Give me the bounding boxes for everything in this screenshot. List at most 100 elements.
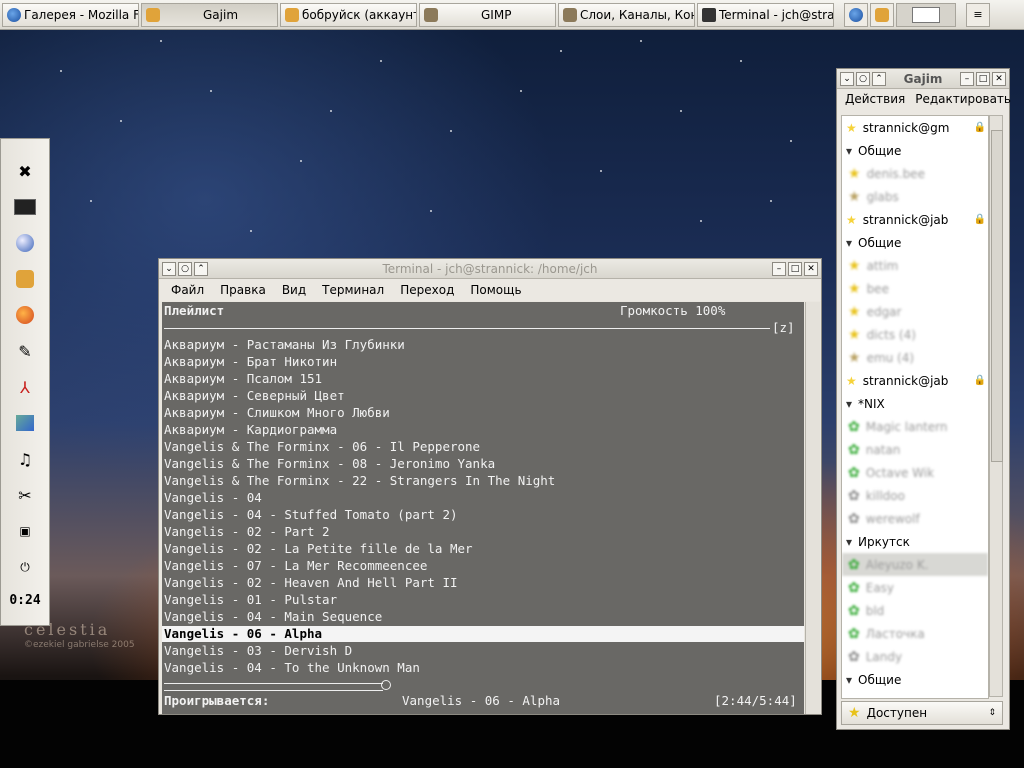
sticky-button[interactable]: ○ [856, 71, 870, 86]
task-gimp-layers[interactable]: Слои, Каналы, Конт [558, 2, 695, 27]
roster-contact[interactable]: ★ edgar [842, 300, 988, 323]
roster-group[interactable]: ▾ *NIX [842, 392, 988, 415]
task-terminal[interactable]: Terminal - jch@stran [697, 2, 834, 27]
roster-label: dicts (4) [866, 327, 916, 342]
close-button[interactable]: ✕ [992, 71, 1006, 86]
playlist-item[interactable]: Vangelis - 07 - La Mer Recommeencee [164, 558, 427, 574]
network-icon[interactable] [13, 231, 37, 255]
window-menu-button[interactable]: ⌄ [840, 71, 854, 86]
terminal-scrollbar[interactable] [805, 302, 820, 714]
roster-contact[interactable]: ✿ Aleyuzo K. [842, 553, 988, 576]
close-button[interactable]: ✕ [803, 261, 818, 276]
task-firefox[interactable]: Галерея - Mozilla Fire [2, 2, 139, 27]
menu-edit[interactable]: Редактировать [915, 92, 1011, 106]
roster-group[interactable]: ▾ Общие [842, 668, 988, 691]
firefox-icon[interactable] [13, 303, 37, 327]
playlist-item[interactable]: Аквариум - Псалом 151 [164, 371, 322, 387]
task-gimp[interactable]: GIMP [419, 2, 556, 27]
roster-contact[interactable]: ✿ Ласточка [842, 622, 988, 645]
roster-account[interactable]: ★ strannick@gm 🔒 [842, 116, 988, 139]
roster-account[interactable]: ★ strannick@jab 🔒 [842, 208, 988, 231]
playlist-item[interactable]: Vangelis - 04 - To the Unknown Man [164, 660, 420, 676]
playlist-item[interactable]: Аквариум - Брат Никотин [164, 354, 337, 370]
roster-contact[interactable]: ✿ Octave Wik [842, 461, 988, 484]
roster-contact[interactable]: ✿ werewolf [842, 507, 988, 530]
gajim-titlebar[interactable]: ⌄ ○ ⌃ Gajim – □ ✕ [837, 69, 1009, 89]
playlist-item[interactable]: Vangelis - 02 - Heaven And Hell Part II [164, 575, 458, 591]
roster-contact[interactable]: ★ bee [842, 277, 988, 300]
status-selector[interactable]: ★ Доступен ⇕ [841, 701, 1003, 725]
playlist-item[interactable]: Vangelis - 03 - Dervish D [164, 643, 352, 659]
maximize-button[interactable]: □ [787, 261, 802, 276]
menu-actions[interactable]: Действия [845, 92, 905, 106]
terminal-screen[interactable]: Плейлист Громкость 100% [z] Аквариум - Р… [162, 302, 804, 714]
notes-icon[interactable]: ≡ [966, 2, 990, 27]
screenshot-icon[interactable] [13, 411, 37, 435]
playlist-item[interactable]: Vangelis - 01 - Pulstar [164, 592, 337, 608]
roster-contact[interactable]: ★ dicts (4) [842, 323, 988, 346]
roster-contact[interactable]: ★ emu (4) [842, 346, 988, 369]
playlist-item[interactable]: Vangelis & The Forminx - 22 - Strangers … [164, 473, 555, 489]
roster-group[interactable]: ▾ Общие [842, 139, 988, 162]
playlist-item[interactable]: Vangelis - 02 - Part 2 [164, 524, 330, 540]
playlist-item[interactable]: Vangelis & The Forminx - 08 - Jeronimo Y… [164, 456, 495, 472]
shade-button[interactable]: ⌃ [872, 71, 886, 86]
minimize-button[interactable]: – [771, 261, 786, 276]
roster-contact[interactable]: ★ denis.bee [842, 162, 988, 185]
playlist-item[interactable]: Аквариум - Кардиограмма [164, 422, 337, 438]
power-icon[interactable]: ⏻ [13, 555, 37, 579]
roster-scrollbar[interactable] [989, 115, 1003, 697]
roster-account[interactable]: ★ strannick@jab 🔒 [842, 369, 988, 392]
gajim-icon[interactable] [13, 267, 37, 291]
editor-icon[interactable]: ✎ [13, 339, 37, 363]
playlist-item[interactable]: Vangelis & The Forminx - 06 - Il Peppero… [164, 439, 480, 455]
terminal-titlebar[interactable]: ⌄ ○ ⌃ Terminal - jch@strannick: /home/jc… [159, 259, 821, 279]
playlist-item[interactable]: Аквариум - Слишком Много Любви [164, 405, 390, 421]
menu-view[interactable]: Вид [282, 283, 306, 297]
roster-group[interactable]: ▾ Иркутск [842, 530, 988, 553]
tools-icon[interactable]: ✂ [13, 483, 37, 507]
desktop-switcher-icon[interactable] [896, 2, 956, 27]
playlist-item[interactable]: Vangelis - 04 [164, 490, 262, 506]
playlist-item[interactable]: Аквариум - Северный Цвет [164, 388, 345, 404]
roster-contact[interactable]: ✿ Magic lantern [842, 415, 988, 438]
menu-file[interactable]: Файл [171, 283, 204, 297]
pdf-icon[interactable]: ⅄ [13, 375, 37, 399]
task-gajim-chat[interactable]: бобруйск (аккаунт: [280, 2, 417, 27]
system-icon[interactable]: ✖ [13, 159, 37, 183]
lock-icon[interactable]: ▣ [13, 519, 37, 543]
roster-contact[interactable]: ✿ natan [842, 438, 988, 461]
window-menu-button[interactable]: ⌄ [162, 261, 176, 276]
maximize-button[interactable]: □ [976, 71, 990, 86]
scroll-thumb[interactable] [991, 130, 1003, 462]
playlist-item[interactable]: Аквариум - Растаманы Из Глубинки [164, 337, 405, 353]
star-dot [60, 70, 62, 72]
roster-contact[interactable]: ✿ Easy [842, 576, 988, 599]
menu-edit[interactable]: Правка [220, 283, 266, 297]
system-tray: ≡ [844, 2, 990, 27]
roster-contact[interactable]: ✿ killdoo [842, 484, 988, 507]
menu-help[interactable]: Помощь [470, 283, 521, 297]
task-gajim[interactable]: Gajim [141, 2, 278, 27]
playlist-item[interactable]: Vangelis - 04 - Main Sequence [164, 609, 382, 625]
globe-icon[interactable] [844, 2, 868, 27]
panel-clock: 0:24 [9, 593, 41, 608]
playlist-item-current[interactable]: Vangelis - 06 - Alpha [162, 626, 804, 642]
roster-contact[interactable]: ★ glabs [842, 185, 988, 208]
roster-contact[interactable]: ✿ bld [842, 599, 988, 622]
roster-contact[interactable]: ✿ Landy [842, 645, 988, 668]
progress-knob[interactable] [381, 680, 392, 690]
playlist-item[interactable]: Vangelis - 04 - Stuffed Tomato (part 2) [164, 507, 458, 523]
minimize-button[interactable]: – [960, 71, 974, 86]
sticky-button[interactable]: ○ [178, 261, 192, 276]
roster-group[interactable]: ▾ Общие [842, 231, 988, 254]
menu-terminal[interactable]: Терминал [322, 283, 384, 297]
playlist-item[interactable]: Vangelis - 02 - La Petite fille de la Me… [164, 541, 473, 557]
gajim-icon[interactable] [870, 2, 894, 27]
menu-go[interactable]: Переход [400, 283, 454, 297]
roster-label: Landy [865, 649, 903, 664]
music-icon[interactable]: ♫ [13, 447, 37, 471]
shade-button[interactable]: ⌃ [194, 261, 208, 276]
display-icon[interactable] [13, 195, 37, 219]
roster-contact[interactable]: ★ attim [842, 254, 988, 277]
